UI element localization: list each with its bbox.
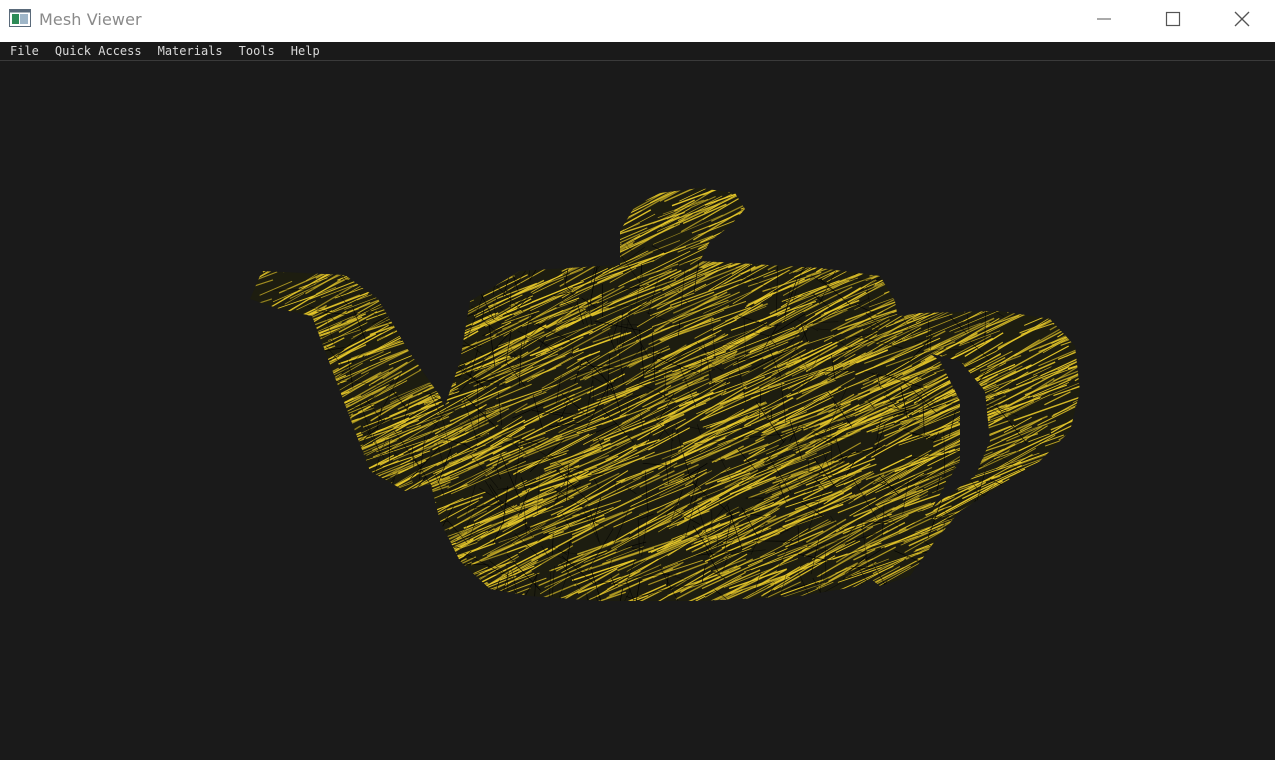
render-viewport[interactable] [0, 61, 1275, 760]
menu-materials[interactable]: Materials [150, 42, 231, 60]
menu-tools[interactable]: Tools [231, 42, 283, 60]
menu-file[interactable]: File [0, 42, 47, 60]
close-button[interactable] [1208, 0, 1275, 42]
menu-help[interactable]: Help [283, 42, 328, 60]
app-window: Mesh Viewer File Quick Access Materials … [0, 0, 1275, 760]
title-bar[interactable]: Mesh Viewer [0, 0, 1275, 42]
maximize-icon [1165, 11, 1181, 31]
menu-quick-access[interactable]: Quick Access [47, 42, 150, 60]
window-app-icon[interactable] [9, 9, 31, 27]
teapot-shape [250, 188, 1080, 601]
menu-bar: File Quick Access Materials Tools Help [0, 42, 1275, 61]
teapot-mesh-render [250, 188, 1080, 601]
close-icon [1233, 10, 1251, 32]
minimize-button[interactable] [1070, 0, 1138, 42]
maximize-button[interactable] [1139, 0, 1207, 42]
minimize-icon [1096, 11, 1112, 31]
window-title: Mesh Viewer [39, 10, 142, 29]
